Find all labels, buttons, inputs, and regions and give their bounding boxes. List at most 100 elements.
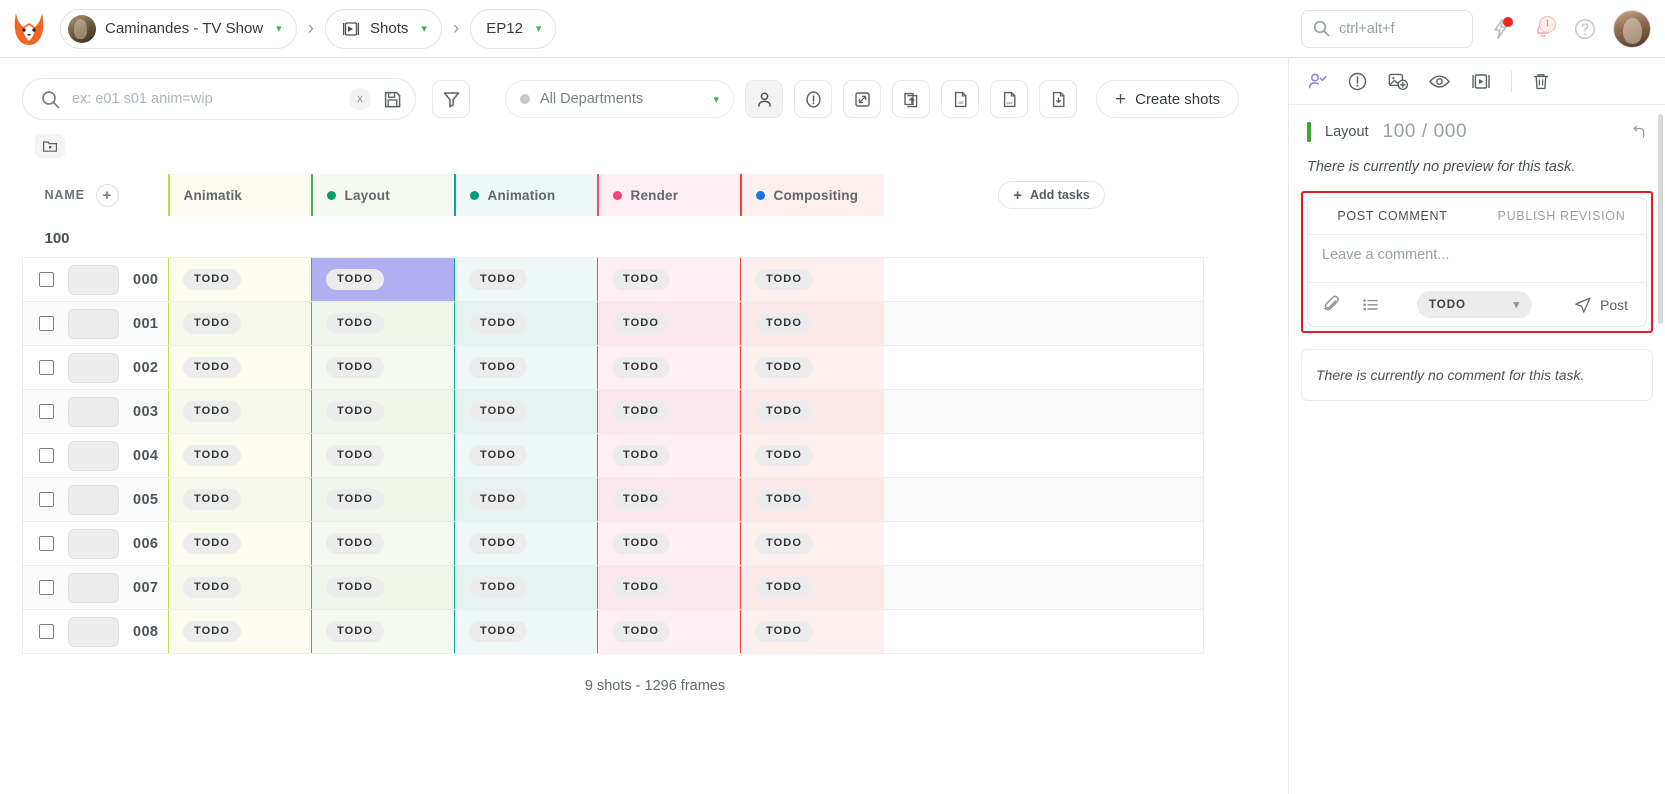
tab-publish-revision[interactable]: PUBLISH REVISION xyxy=(1477,198,1646,234)
task-cell-animation[interactable]: TODO xyxy=(454,257,598,302)
row-checkbox[interactable] xyxy=(39,580,54,595)
panel-scrollbar[interactable] xyxy=(1658,114,1663,794)
task-cell-layout[interactable]: TODO xyxy=(311,389,455,434)
task-cell-animatik[interactable]: TODO xyxy=(168,301,312,346)
clear-search-button[interactable]: x xyxy=(349,88,371,110)
shot-thumbnail[interactable] xyxy=(68,308,119,339)
task-cell-animation[interactable]: TODO xyxy=(454,301,598,346)
row-checkbox[interactable] xyxy=(39,624,54,639)
task-cell-animatik[interactable]: TODO xyxy=(168,433,312,478)
column-header-animation[interactable]: Animation xyxy=(453,174,598,216)
task-cell-animation[interactable]: TODO xyxy=(454,521,598,566)
eye-icon[interactable] xyxy=(1428,71,1451,92)
shot-name-cell[interactable]: 008 xyxy=(22,609,169,654)
task-cell-animatik[interactable]: TODO xyxy=(168,389,312,434)
task-cell-animation[interactable]: TODO xyxy=(454,389,598,434)
task-cell-animatik[interactable]: TODO xyxy=(168,345,312,390)
shot-name-cell[interactable]: 005 xyxy=(22,477,169,522)
export-csv-button[interactable]: csv xyxy=(990,80,1028,118)
quick-actions-button[interactable] xyxy=(1487,15,1515,43)
task-cell-layout[interactable]: TODO xyxy=(311,565,455,610)
table-row[interactable]: 008 TODO TODO TODO TODO TODO xyxy=(22,609,1204,654)
table-row[interactable]: 001 TODO TODO TODO TODO TODO xyxy=(22,301,1204,346)
shot-name-cell[interactable]: 002 xyxy=(22,345,169,390)
shot-thumbnail[interactable] xyxy=(68,528,119,559)
table-row[interactable]: 004 TODO TODO TODO TODO TODO xyxy=(22,433,1204,478)
comment-textarea[interactable]: Leave a comment... xyxy=(1308,234,1646,282)
task-cell-compositing[interactable]: TODO xyxy=(740,521,884,566)
breadcrumb-section[interactable]: Shots ▾ xyxy=(325,8,442,49)
task-cell-layout[interactable]: TODO xyxy=(311,301,455,346)
task-cell-render[interactable]: TODO xyxy=(597,477,741,522)
info-button[interactable] xyxy=(794,80,832,118)
task-cell-render[interactable]: TODO xyxy=(597,433,741,478)
task-cell-animatik[interactable]: TODO xyxy=(168,521,312,566)
help-button[interactable] xyxy=(1571,15,1599,43)
row-checkbox[interactable] xyxy=(39,272,54,287)
breadcrumb-episode[interactable]: EP12 ▾ xyxy=(470,8,557,49)
expand-button[interactable] xyxy=(843,80,881,118)
add-column-button[interactable]: + xyxy=(95,183,119,207)
column-header-render[interactable]: Render xyxy=(596,174,741,216)
task-cell-render[interactable]: TODO xyxy=(597,565,741,610)
task-cell-layout[interactable]: TODO xyxy=(311,521,455,566)
shot-name-cell[interactable]: 000 xyxy=(22,257,169,302)
export-ods-button[interactable]: od xyxy=(941,80,979,118)
shot-thumbnail[interactable] xyxy=(68,616,119,647)
revert-arrow-icon[interactable] xyxy=(1631,124,1647,140)
add-tasks-button[interactable]: + Add tasks xyxy=(998,181,1105,209)
comment-status-select[interactable]: TODO ▾ xyxy=(1416,291,1532,318)
column-header-layout[interactable]: Layout xyxy=(310,174,455,216)
task-cell-compositing[interactable]: TODO xyxy=(740,345,884,390)
row-checkbox[interactable] xyxy=(39,404,54,419)
task-cell-render[interactable]: TODO xyxy=(597,257,741,302)
breadcrumb-project[interactable]: Caminandes - TV Show ▾ xyxy=(60,8,297,49)
post-comment-button[interactable]: Post xyxy=(1564,291,1632,318)
task-cell-compositing[interactable]: TODO xyxy=(740,301,884,346)
shot-thumbnail[interactable] xyxy=(68,396,119,427)
task-cell-compositing[interactable]: TODO xyxy=(740,477,884,522)
table-row[interactable]: 000 TODO TODO TODO TODO TODO xyxy=(22,257,1204,302)
shot-thumbnail[interactable] xyxy=(68,264,119,295)
table-row[interactable]: 006 TODO TODO TODO TODO TODO xyxy=(22,521,1204,566)
paperclip-icon[interactable] xyxy=(1322,295,1341,314)
task-cell-animatik[interactable]: TODO xyxy=(168,565,312,610)
task-cell-render[interactable]: TODO xyxy=(597,301,741,346)
task-cell-compositing[interactable]: TODO xyxy=(740,433,884,478)
task-cell-compositing[interactable]: TODO xyxy=(740,257,884,302)
table-row[interactable]: 005 TODO TODO TODO TODO TODO xyxy=(22,477,1204,522)
film-play-icon[interactable] xyxy=(1470,71,1492,92)
folder-add-button[interactable] xyxy=(35,134,65,158)
shot-name-cell[interactable]: 001 xyxy=(22,301,169,346)
task-cell-compositing[interactable]: TODO xyxy=(740,389,884,434)
exclamation-circle-icon[interactable] xyxy=(1347,71,1368,92)
table-row[interactable]: 002 TODO TODO TODO TODO TODO xyxy=(22,345,1204,390)
shot-thumbnail[interactable] xyxy=(68,440,119,471)
column-header-animatik[interactable]: Animatik xyxy=(167,174,312,216)
shot-name-cell[interactable]: 007 xyxy=(22,565,169,610)
trash-icon[interactable] xyxy=(1531,71,1551,92)
task-cell-render[interactable]: TODO xyxy=(597,345,741,390)
task-cell-animation[interactable]: TODO xyxy=(454,433,598,478)
shot-search-input[interactable]: ex: e01 s01 anim=wip x xyxy=(22,78,416,120)
global-search-input[interactable]: ctrl+alt+f xyxy=(1301,9,1473,48)
task-cell-animation[interactable]: TODO xyxy=(454,609,598,654)
task-cell-layout[interactable]: TODO xyxy=(311,345,455,390)
task-cell-animation[interactable]: TODO xyxy=(454,477,598,522)
image-add-icon[interactable] xyxy=(1387,71,1409,92)
row-checkbox[interactable] xyxy=(39,316,54,331)
task-cell-render[interactable]: TODO xyxy=(597,521,741,566)
task-cell-layout[interactable]: TODO xyxy=(311,433,455,478)
copy-button[interactable] xyxy=(892,80,930,118)
task-cell-render[interactable]: TODO xyxy=(597,389,741,434)
table-row[interactable]: 007 TODO TODO TODO TODO TODO xyxy=(22,565,1204,610)
avatar[interactable] xyxy=(1613,9,1651,48)
row-checkbox[interactable] xyxy=(39,492,54,507)
person-check-icon[interactable] xyxy=(1307,71,1328,92)
row-checkbox[interactable] xyxy=(39,448,54,463)
assigned-to-me-button[interactable] xyxy=(745,80,783,118)
task-cell-animation[interactable]: TODO xyxy=(454,345,598,390)
shot-name-cell[interactable]: 003 xyxy=(22,389,169,434)
notifications-button[interactable]: 1 xyxy=(1529,15,1557,43)
shot-name-cell[interactable]: 006 xyxy=(22,521,169,566)
